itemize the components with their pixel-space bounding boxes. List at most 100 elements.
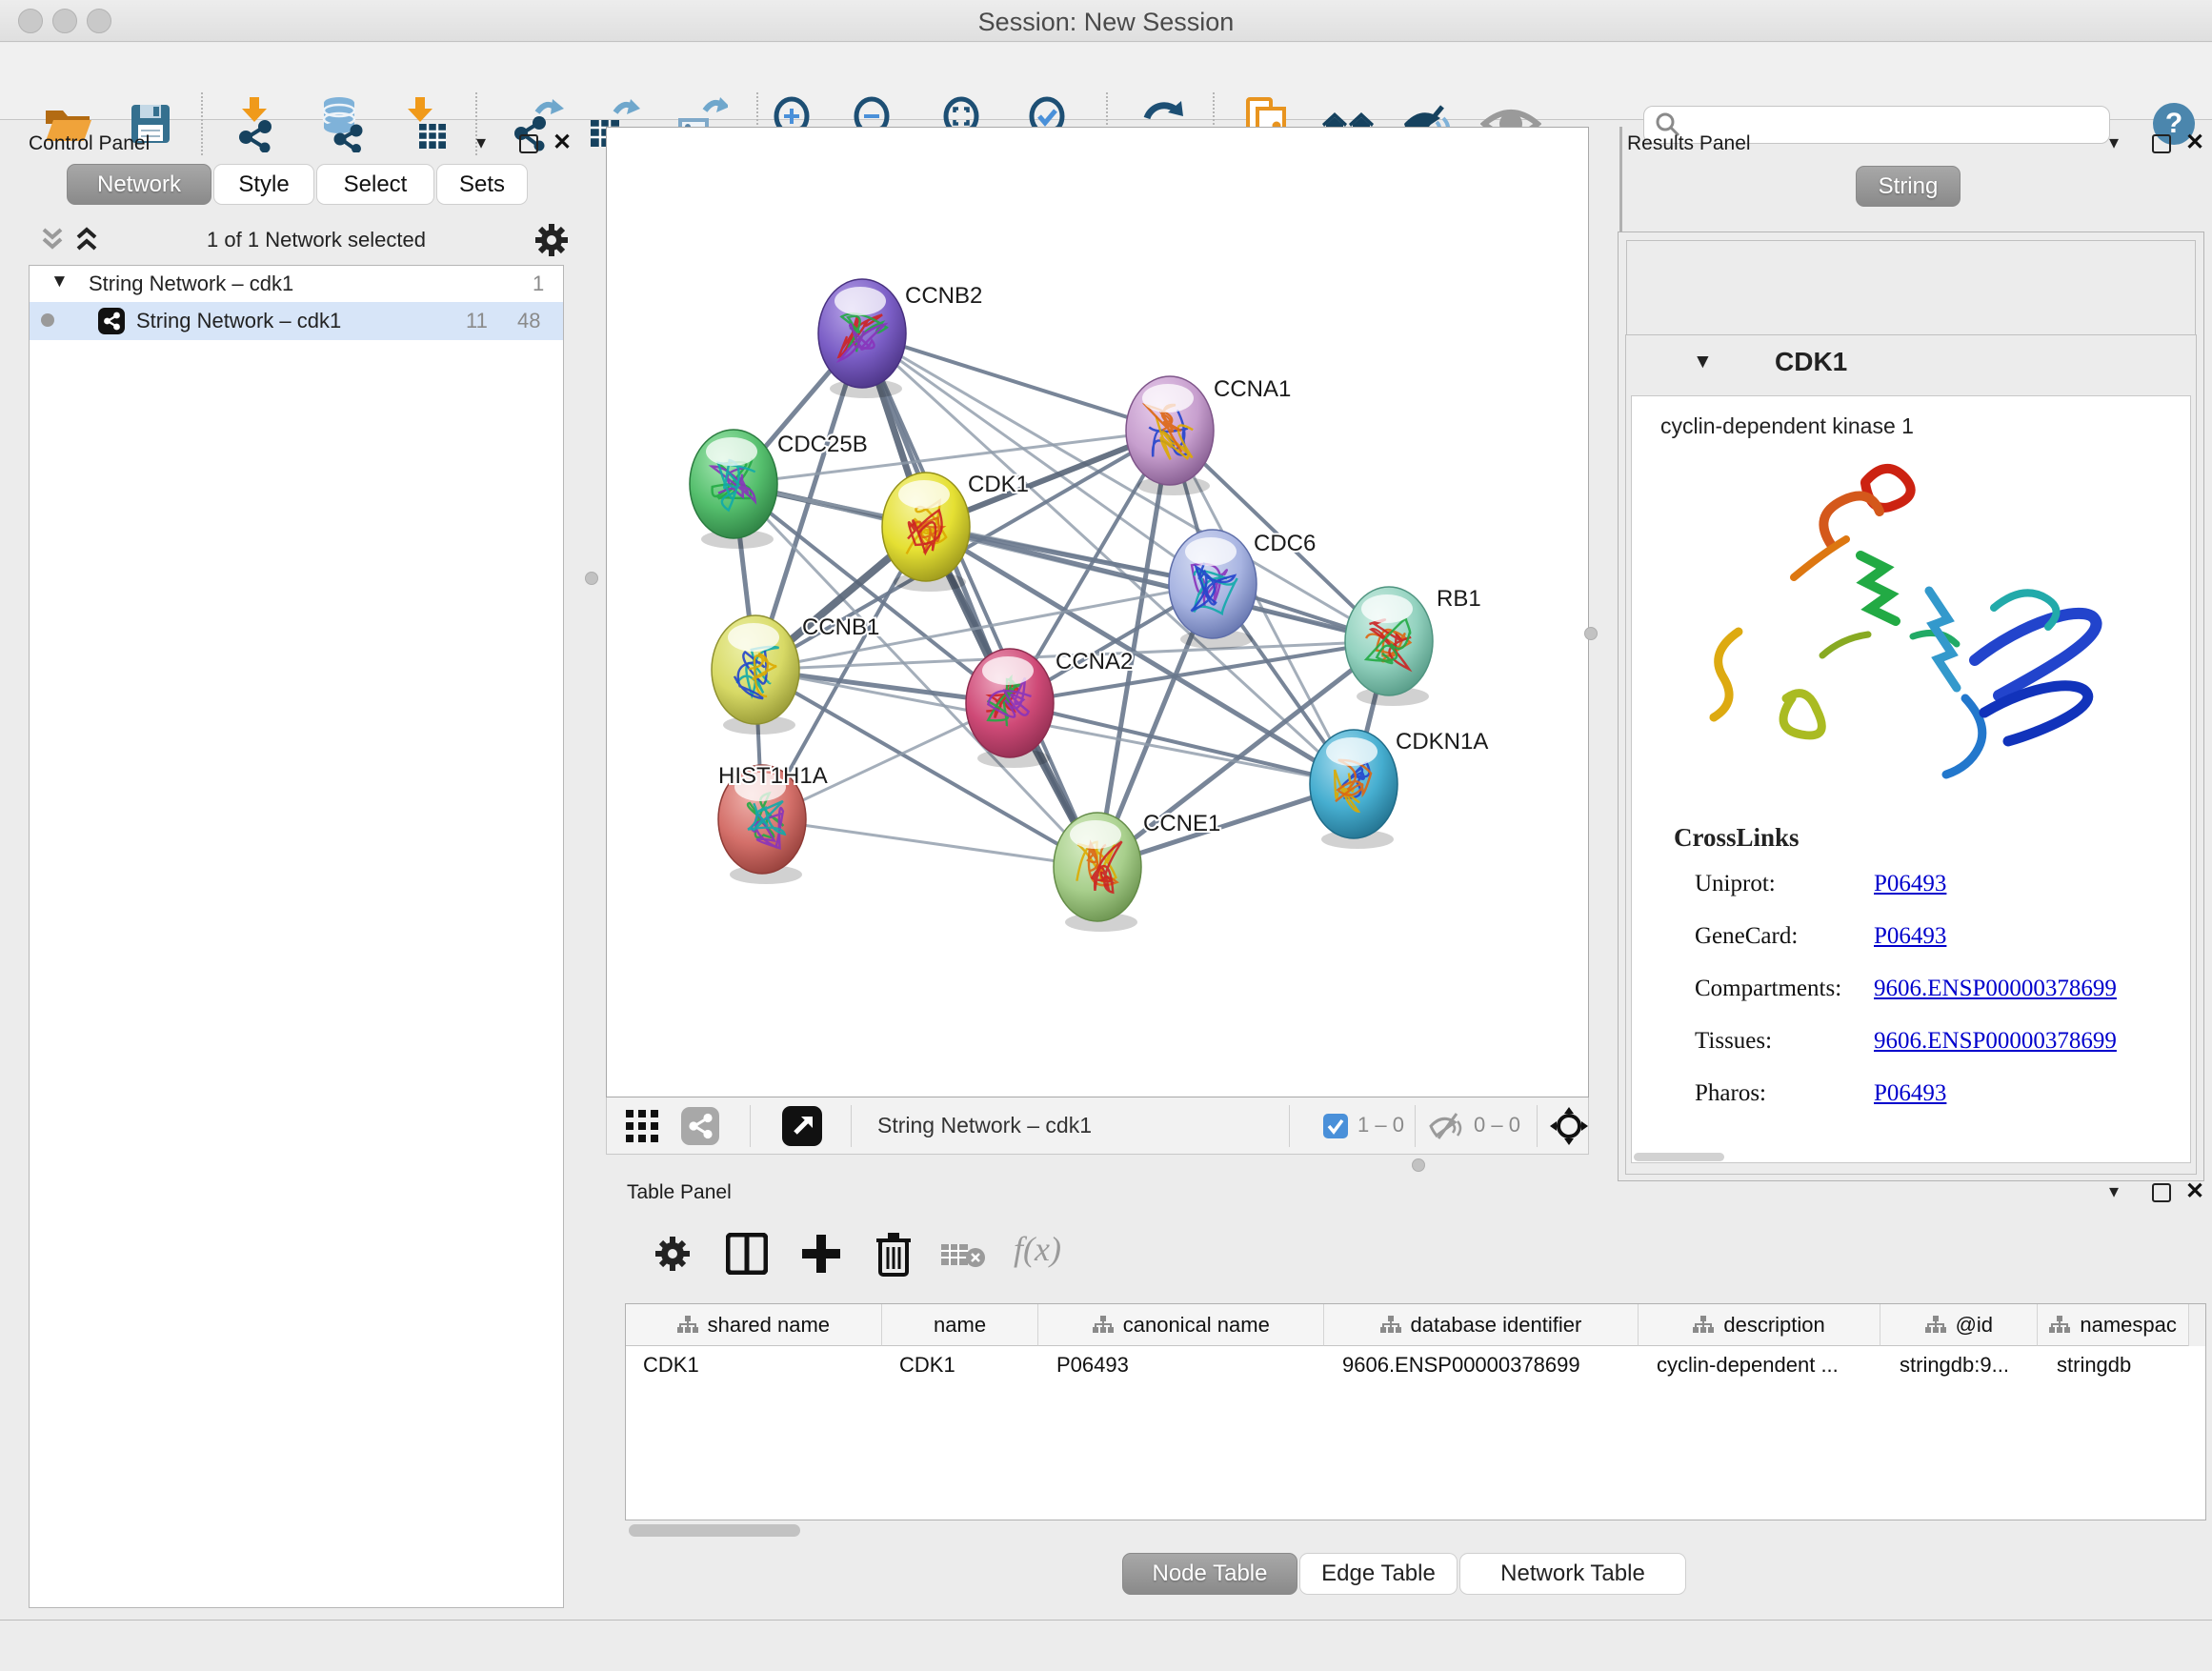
node-CCNB2[interactable] (818, 279, 906, 398)
node-label-CCNA2: CCNA2 (1056, 649, 1133, 674)
delete-column-icon[interactable] (873, 1231, 915, 1277)
status-bar: Memory (0, 1620, 2212, 1671)
open-in-window-icon[interactable] (782, 1106, 822, 1146)
edge-CCNB2-CCNE1[interactable] (862, 333, 1097, 867)
node-CDC25B[interactable] (690, 430, 777, 549)
network-status-dot (41, 313, 54, 327)
cdk1-collapse-icon[interactable]: ▼ (1693, 351, 1713, 373)
node-RB1[interactable] (1345, 587, 1433, 706)
control-panel-close-icon[interactable]: ✕ (553, 129, 572, 156)
birdseye-share-icon[interactable] (681, 1107, 719, 1145)
left-divider-grip[interactable] (585, 572, 598, 585)
node-CDC6[interactable] (1169, 530, 1257, 649)
table-row[interactable]: CDK1 CDK1 P06493 9606.ENSP00000378699 cy… (626, 1346, 2205, 1384)
crosslink-row: Pharos: (1695, 1080, 1766, 1107)
node-CDKN1A[interactable] (1310, 730, 1398, 849)
control-panel-float-icon[interactable] (519, 134, 538, 153)
crosslink-label: Uniprot: (1695, 871, 1776, 896)
node-CCNA1[interactable] (1126, 376, 1214, 495)
tab-select[interactable]: Select (316, 164, 434, 205)
node-label-CDC25B: CDC25B (777, 432, 868, 457)
column-type-icon (1093, 1316, 1114, 1335)
hidden-count: 0 – 0 (1474, 1113, 1520, 1137)
cell-name[interactable]: CDK1 (882, 1346, 1039, 1384)
crosslink-label: Tissues: (1695, 1028, 1772, 1054)
results-buttons-box (1626, 240, 2196, 335)
crosslink-link[interactable]: 9606.ENSP00000378699 (1874, 1028, 2117, 1055)
control-panel-menu-icon[interactable]: ▾ (476, 131, 486, 154)
network-selection-status: 1 of 1 Network selected (126, 228, 507, 252)
network-canvas[interactable]: CCNB2CCNA1CDC25BCDK1CDC6RB1CCNB1CCNA2CDK… (606, 127, 1589, 1097)
crosslink-link[interactable]: P06493 (1874, 1080, 1946, 1107)
selected-checkbox-icon[interactable] (1323, 1114, 1348, 1138)
column-label: @id (1956, 1313, 1993, 1338)
edge-HIST1H1A-CCNE1[interactable] (762, 819, 1097, 867)
crosslink-link[interactable]: P06493 (1874, 871, 1946, 897)
tab-network[interactable]: Network (67, 164, 211, 205)
node-CCNE1[interactable] (1054, 813, 1141, 932)
network-collection-row[interactable]: ▼ String Network – cdk1 1 (30, 266, 563, 302)
tab-edge-table[interactable]: Edge Table (1299, 1553, 1458, 1595)
results-panel-close-icon[interactable]: ✕ (2185, 129, 2204, 156)
tab-style[interactable]: Style (213, 164, 314, 205)
cell-shared-name[interactable]: CDK1 (626, 1346, 882, 1384)
table-panel-float-icon[interactable] (2152, 1183, 2171, 1202)
crosslink-label: GeneCard: (1695, 923, 1798, 949)
table-header-row: shared name name canonical name database… (626, 1304, 2205, 1346)
column-header[interactable]: description (1639, 1304, 1881, 1346)
edge-CCNB2-CCNA1[interactable] (862, 333, 1170, 431)
column-header[interactable]: shared name (626, 1304, 882, 1346)
right-divider-grip[interactable] (1584, 627, 1598, 640)
results-panel-float-icon[interactable] (2152, 134, 2171, 153)
column-type-icon (1380, 1316, 1401, 1335)
table-gear-icon[interactable] (654, 1235, 692, 1273)
table-panel-menu-icon[interactable]: ▾ (2109, 1179, 2119, 1203)
column-header[interactable]: canonical name (1038, 1304, 1324, 1346)
grid-view-icon[interactable] (626, 1110, 660, 1142)
expand-all-icon[interactable] (70, 226, 103, 254)
cell-namespace[interactable]: stringdb (2040, 1346, 2190, 1384)
crosslink-row: GeneCard: (1695, 923, 1798, 950)
show-columns-icon[interactable] (726, 1233, 768, 1275)
tab-sets[interactable]: Sets (436, 164, 528, 205)
results-hscrollbar[interactable] (1634, 1153, 1724, 1161)
results-panel-title: Results Panel (1627, 132, 1751, 155)
cell-description[interactable]: cyclin-dependent ... (1639, 1346, 1882, 1384)
crosslink-link[interactable]: P06493 (1874, 923, 1946, 950)
network-row-selected[interactable]: String Network – cdk1 11 48 (30, 302, 563, 340)
column-type-icon (1693, 1316, 1714, 1335)
tab-node-table[interactable]: Node Table (1122, 1553, 1297, 1595)
cdk1-details: cyclin-dependent kinase 1 CrossLinks Un (1631, 395, 2191, 1163)
fit-target-icon[interactable] (1550, 1107, 1588, 1145)
tab-network-table[interactable]: Network Table (1459, 1553, 1686, 1595)
protein-structure-image (1679, 455, 2118, 836)
cell-database-identifier[interactable]: 9606.ENSP00000378699 (1325, 1346, 1639, 1384)
edge-CCNA2-CDKN1A[interactable] (1010, 703, 1354, 784)
column-header[interactable]: namespac (2038, 1304, 2188, 1346)
node-label-CCNA1: CCNA1 (1214, 376, 1291, 402)
network-graph[interactable]: CCNB2CCNA1CDC25BCDK1CDC6RB1CCNB1CCNA2CDK… (607, 128, 1588, 1097)
hidden-eye-icon (1428, 1111, 1466, 1141)
network-options-gear-icon[interactable] (533, 222, 570, 258)
delete-table-icon (941, 1240, 987, 1271)
tab-string[interactable]: String (1856, 166, 1961, 207)
node-CCNB1[interactable] (712, 615, 799, 735)
column-header[interactable]: database identifier (1324, 1304, 1639, 1346)
table-panel: Table Panel ▾ ✕ (606, 1174, 2212, 1614)
table-hscrollbar[interactable] (629, 1524, 800, 1537)
table-panel-close-icon[interactable]: ✕ (2185, 1178, 2204, 1205)
cell-canonical-name[interactable]: P06493 (1039, 1346, 1325, 1384)
add-column-icon[interactable] (800, 1233, 842, 1275)
results-panel-menu-icon[interactable]: ▾ (2109, 131, 2119, 154)
collapse-all-icon[interactable] (36, 226, 69, 254)
column-header[interactable]: @id (1880, 1304, 2038, 1346)
crosslink-link[interactable]: 9606.ENSP00000378699 (1874, 976, 2117, 1002)
column-header[interactable]: name (882, 1304, 1039, 1346)
node-table: shared name name canonical name database… (625, 1303, 2206, 1520)
cell-id[interactable]: stringdb:9... (1882, 1346, 2040, 1384)
column-type-icon (2049, 1316, 2070, 1335)
bottom-divider-grip[interactable] (1412, 1158, 1425, 1172)
toolbar-separator (1415, 1105, 1416, 1147)
table-vscrollbar[interactable] (2188, 1304, 2205, 1346)
collection-expand-icon[interactable]: ▼ (50, 272, 69, 292)
